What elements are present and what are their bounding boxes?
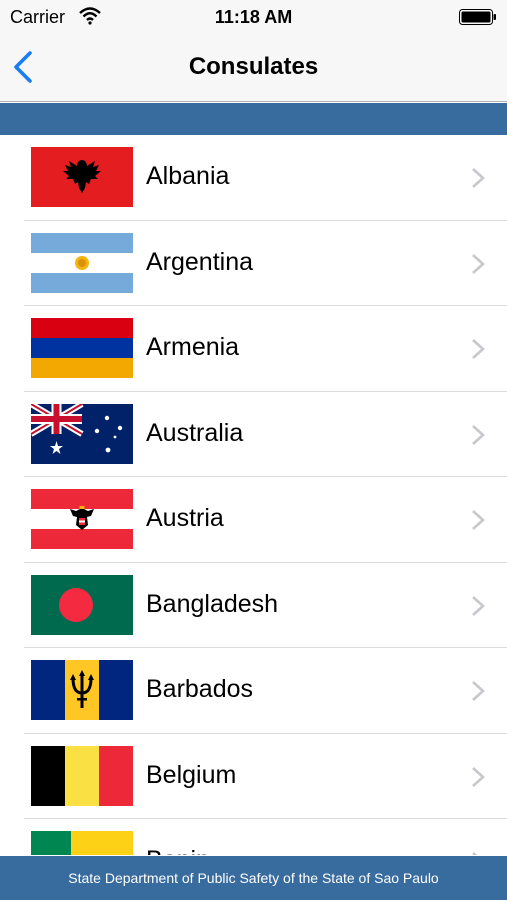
barbados-flag-icon: [31, 660, 133, 720]
footer-banner: State Department of Public Safety of the…: [0, 856, 507, 900]
country-name: Benin: [146, 846, 210, 855]
armenia-flag-icon: [31, 318, 133, 378]
country-row-belgium[interactable]: Belgium: [24, 734, 507, 819]
benin-flag-icon: [31, 831, 133, 855]
country-row-argentina[interactable]: Argentina: [24, 221, 507, 306]
country-name: Barbados: [146, 675, 254, 703]
consulates-list[interactable]: Albania Argentina Armenia Australia Aust…: [24, 135, 507, 855]
country-name: Armenia: [146, 333, 240, 361]
chevron-right-icon: [472, 766, 485, 787]
chevron-right-icon: [472, 424, 485, 445]
belgium-flag-icon: [31, 745, 133, 806]
country-row-austria[interactable]: Austria: [24, 477, 507, 563]
section-header-band: [0, 103, 507, 135]
country-name: Austria: [146, 504, 224, 532]
country-row-albania[interactable]: Albania: [24, 135, 507, 221]
chevron-right-icon: [472, 339, 485, 359]
bangladesh-flag-icon: [31, 574, 133, 635]
country-name: Albania: [146, 162, 230, 190]
australia-flag-icon: [31, 403, 133, 464]
country-row-armenia[interactable]: Armenia: [24, 306, 507, 392]
country-row-australia[interactable]: Australia: [24, 392, 507, 477]
navigation-bar: Consulates: [0, 36, 507, 102]
country-name: Argentina: [146, 247, 254, 276]
chevron-right-icon: [472, 681, 485, 701]
chevron-right-icon: [472, 253, 485, 274]
country-name: Bangladesh: [146, 589, 279, 618]
argentina-flag-icon: [31, 232, 133, 293]
chevron-right-icon: [472, 852, 478, 855]
country-name: Australia: [146, 418, 244, 447]
country-row-benin[interactable]: Benin: [24, 819, 507, 855]
battery-icon: [459, 9, 497, 25]
page-title: Consulates: [188, 53, 319, 80]
country-row-barbados[interactable]: Barbados: [24, 648, 507, 734]
clock-time: 11:18 AM: [214, 7, 293, 27]
chevron-right-icon: [472, 168, 485, 188]
country-row-bangladesh[interactable]: Bangladesh: [24, 563, 507, 648]
status-bar: Carrier 11:18 AM: [0, 0, 507, 36]
country-name: Belgium: [146, 760, 237, 789]
chevron-right-icon: [472, 510, 485, 530]
albania-flag-icon: [31, 147, 133, 207]
austria-flag-icon: [31, 489, 133, 549]
chevron-right-icon: [472, 595, 485, 616]
